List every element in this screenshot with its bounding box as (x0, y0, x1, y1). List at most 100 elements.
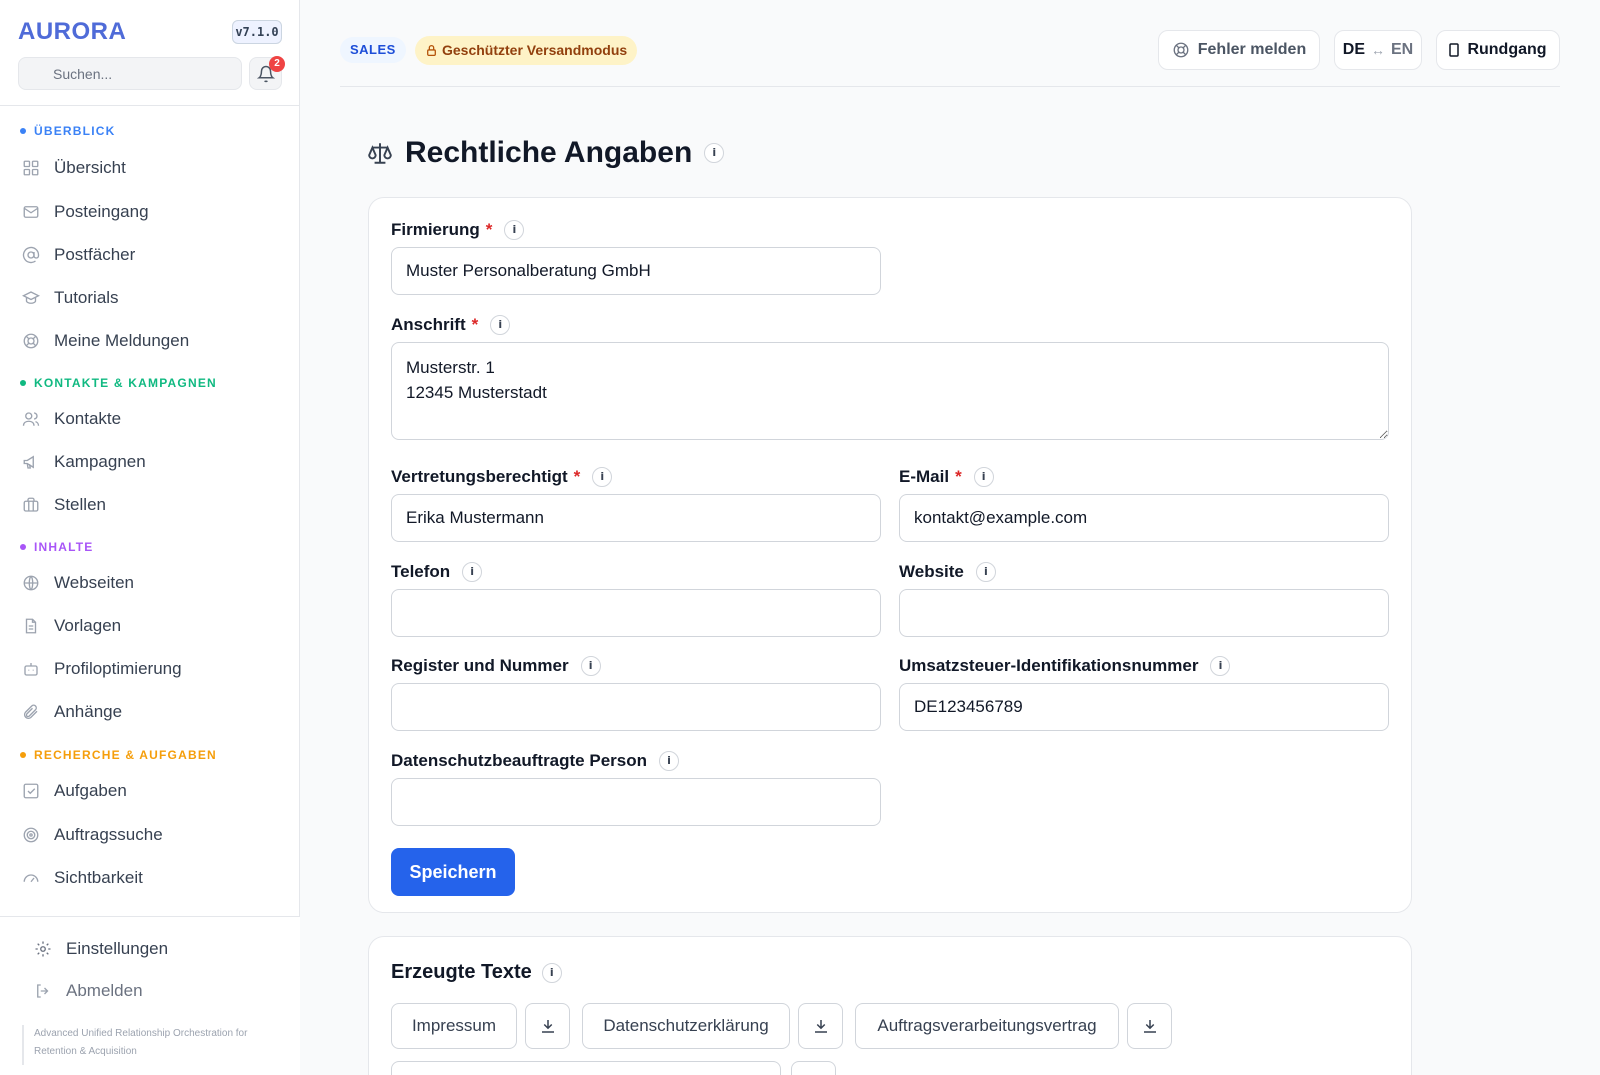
lang-from: DE (1342, 41, 1365, 58)
datenschutz-label: Datenschutzbeauftragte Person i (391, 751, 679, 771)
lock-icon (427, 44, 436, 57)
sidebar-item-label: Kontakte (54, 409, 122, 428)
sidebar-item-vorlagen[interactable]: Vorlagen (22, 608, 282, 644)
sidebar-item-auftragssuche[interactable]: Auftragssuche (22, 817, 282, 853)
datenschutz-input[interactable] (391, 778, 881, 826)
website-input[interactable] (899, 589, 1389, 637)
version-badge: v7.1.0 (232, 20, 282, 44)
legal-info-form: Firmierung * i Anschrift * i Vertretungsbe… (368, 197, 1412, 913)
page-title-text: Rechtliche Angaben (405, 136, 693, 169)
datenschutzerklaerung-download-button[interactable] (798, 1003, 843, 1049)
info-icon[interactable]: i (659, 751, 679, 771)
sidebar-item-profiloptimierung[interactable]: Profiloptimierung (22, 651, 282, 687)
save-button[interactable]: Speichern (391, 848, 515, 896)
gear-icon (35, 941, 51, 957)
gauge-icon (23, 874, 39, 883)
sidebar-item-webseiten[interactable]: Webseiten (22, 565, 282, 601)
search-input[interactable] (18, 57, 242, 90)
section-kontakte-kampagnen: KONTAKTE & KAMPAGNEN (20, 376, 217, 390)
info-icon[interactable]: i (490, 315, 511, 335)
label-text: Firmierung (391, 220, 480, 239)
required-mark: * (955, 467, 962, 486)
datenschutzerklaerung-button[interactable]: Datenschutzerklärung (582, 1003, 790, 1049)
sidebar-item-kontakte[interactable]: Kontakte (22, 401, 282, 437)
impressum-button[interactable]: Impressum (391, 1003, 517, 1049)
ustid-label: Umsatzsteuer-Identifikationsnummer i (899, 656, 1231, 676)
info-icon[interactable]: i (1210, 656, 1231, 676)
paperclip-icon (24, 704, 38, 719)
ustid-input[interactable] (899, 683, 1389, 731)
label-text: Telefon (391, 562, 451, 581)
sidebar-item-stellen[interactable]: Stellen (22, 487, 282, 523)
grid-icon (23, 160, 39, 176)
sidebar-item-label: Posteingang (54, 202, 149, 221)
section-label: KONTAKTE & KAMPAGNEN (34, 376, 217, 390)
email-input[interactable] (899, 494, 1389, 542)
section-dot (20, 128, 26, 134)
section-label: ÜBERBLICK (34, 124, 116, 138)
label-text: Website (899, 562, 964, 581)
vertretung-input[interactable] (391, 494, 881, 542)
firmierung-input[interactable] (391, 247, 881, 295)
info-icon[interactable]: i (462, 562, 483, 582)
info-icon[interactable]: i (541, 962, 562, 983)
download-icon (814, 1020, 827, 1033)
info-icon[interactable]: i (973, 467, 994, 487)
anschrift-textarea[interactable] (391, 342, 1389, 440)
sidebar-item-sichtbarkeit[interactable]: Sichtbarkeit (22, 860, 282, 896)
info-icon[interactable]: i (704, 143, 725, 163)
info-icon[interactable]: i (504, 220, 525, 240)
mail-icon (23, 206, 39, 218)
section-ueberblick: ÜBERBLICK (20, 124, 115, 138)
telefon-input[interactable] (391, 589, 881, 637)
sidebar-item-postfaecher[interactable]: Postfächer (22, 237, 282, 273)
sidebar-item-label: Anhänge (54, 702, 123, 721)
sidebar-item-label: Kampagnen (54, 452, 146, 471)
impressum-download-button[interactable] (525, 1003, 570, 1049)
settings-link[interactable]: Einstellungen (34, 939, 168, 959)
label-text: Anschrift (391, 315, 466, 334)
app-logo[interactable]: AURORA (18, 18, 126, 46)
tour-button[interactable]: Rundgang (1436, 30, 1560, 70)
sidebar-item-meine-meldungen[interactable]: Meine Meldungen (22, 323, 282, 359)
page-title: Rechtliche Angaben i (367, 136, 725, 170)
logout-link[interactable]: Abmelden (34, 981, 143, 1001)
generated-texts-card: Erzeugte Texte i Impressum Datenschutzer… (368, 936, 1412, 1075)
info-icon[interactable]: i (975, 562, 996, 582)
app-tagline: Advanced Unified Relationship Orchestrat… (22, 1025, 272, 1065)
register-input[interactable] (391, 683, 881, 731)
section-label: INHALTE (34, 540, 94, 554)
sidebar-item-aufgaben[interactable]: Aufgaben (22, 773, 282, 809)
avv-button[interactable]: Auftragsverarbeitungsvertrag (855, 1003, 1119, 1049)
sidebar-item-uebersicht[interactable]: Übersicht (22, 150, 282, 186)
lang-to: EN (1391, 41, 1414, 58)
lang-swap-icon: ↔ (1371, 42, 1385, 58)
sidebar-item-posteingang[interactable]: Posteingang (22, 194, 282, 230)
additional-text-button[interactable] (391, 1061, 781, 1075)
language-toggle[interactable]: DE ↔ EN (1334, 30, 1422, 70)
generated-texts-title: Erzeugte Texte i (391, 961, 562, 984)
required-mark: * (573, 467, 581, 486)
sidebar-item-label: Stellen (54, 495, 106, 514)
label-text: Vertretungsberechtigt (391, 467, 568, 486)
info-icon[interactable]: i (592, 467, 613, 487)
additional-download-button[interactable] (791, 1061, 836, 1075)
sidebar-item-anhaenge[interactable]: Anhänge (22, 694, 282, 730)
lifebuoy-icon (23, 333, 39, 349)
briefcase-icon (23, 497, 39, 512)
report-bug-label: Fehler melden (1197, 41, 1307, 58)
sidebar-item-tutorials[interactable]: Tutorials (22, 280, 282, 316)
download-icon (541, 1020, 554, 1033)
section-title-text: Erzeugte Texte (391, 961, 532, 983)
report-bug-button[interactable]: Fehler melden (1158, 30, 1320, 70)
megaphone-icon (23, 455, 34, 469)
sidebar-nav: ÜBERBLICK Übersicht Posteingang Postfäch… (0, 106, 300, 916)
protected-mode-badge: Geschützter Versandmodus (415, 36, 638, 65)
sidebar-item-kampagnen[interactable]: Kampagnen (22, 444, 282, 480)
info-icon[interactable]: i (580, 656, 601, 676)
sidebar-item-label: Tutorials (54, 288, 119, 307)
label-text: E-Mail (899, 467, 950, 486)
avv-download-button[interactable] (1127, 1003, 1172, 1049)
sidebar-item-label: Auftragssuche (54, 825, 163, 844)
website-label: Website i (899, 562, 996, 582)
